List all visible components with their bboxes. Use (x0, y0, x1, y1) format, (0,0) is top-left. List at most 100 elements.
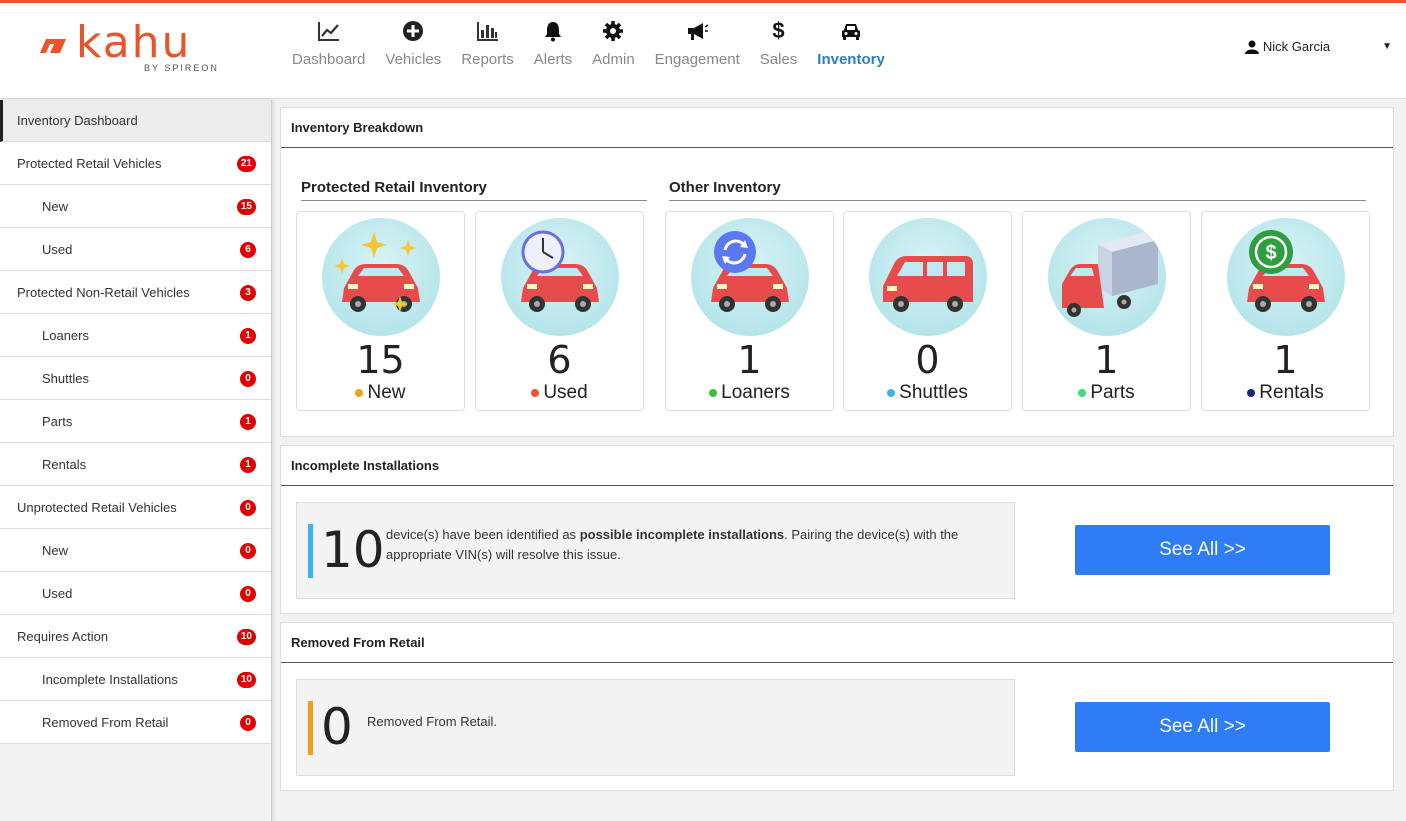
shuttle-van-illustration (869, 218, 987, 336)
svg-text:$: $ (1265, 242, 1276, 264)
new-car-illustration (322, 218, 440, 336)
incomplete-count: 10 (321, 521, 385, 579)
count-badge: 0 (240, 500, 256, 516)
nav-engagement[interactable]: Engagement (645, 19, 750, 79)
sidebar-item-label: Rentals (42, 456, 87, 472)
sidebar-item-loaners[interactable]: Loaners 1 (0, 314, 271, 357)
sidebar-item-unprotected-new[interactable]: New 0 (0, 529, 271, 572)
card-count: 1 (1094, 338, 1119, 382)
card-label-text: Loaners (721, 382, 790, 403)
nav-alerts[interactable]: Alerts (524, 19, 582, 79)
nav-dashboard[interactable]: Dashboard (282, 19, 375, 79)
bar-chart-icon (476, 19, 500, 43)
sidebar-item-rentals[interactable]: Rentals 1 (0, 443, 271, 486)
removed-notice: 0 Removed From Retail. (296, 679, 1015, 776)
loaner-car-illustration (691, 218, 809, 336)
nav-label: Alerts (533, 51, 573, 68)
sidebar-item-protected-new[interactable]: New 15 (0, 185, 271, 228)
status-dot (1247, 388, 1256, 397)
sidebar-item-incomplete-installations[interactable]: Incomplete Installations 10 (0, 658, 271, 701)
sidebar-item-label: Parts (42, 413, 73, 429)
sidebar-item-protected-retail[interactable]: Protected Retail Vehicles 21 (0, 142, 271, 185)
nav-vehicles[interactable]: Vehicles (375, 19, 451, 79)
gear-icon (601, 19, 625, 43)
count-badge: 1 (240, 328, 256, 344)
sidebar-item-label: Requires Action (17, 628, 109, 644)
sidebar-item-protected-non-retail[interactable]: Protected Non-Retail Vehicles 3 (0, 271, 271, 314)
sidebar-item-label: Protected Retail Vehicles (17, 155, 162, 171)
chart-line-icon (317, 19, 341, 43)
parts-truck-illustration (1048, 218, 1166, 336)
inventory-card-new[interactable]: 15 New (296, 211, 465, 411)
notice-accent-bar (308, 701, 313, 755)
sidebar: Inventory Dashboard Protected Retail Veh… (0, 100, 272, 821)
sidebar-item-unprotected-retail[interactable]: Unprotected Retail Vehicles 0 (0, 486, 271, 529)
sidebar-item-protected-used[interactable]: Used 6 (0, 228, 271, 271)
status-dot (355, 388, 364, 397)
message-part: device(s) have been identified as (386, 527, 580, 542)
nav-inventory[interactable]: Inventory (807, 19, 895, 79)
sidebar-item-label: Incomplete Installations (42, 671, 178, 687)
sidebar-item-removed-from-retail[interactable]: Removed From Retail 0 (0, 701, 271, 744)
inventory-card-parts[interactable]: 1 Parts (1022, 211, 1191, 411)
count-badge: 1 (240, 457, 256, 473)
sidebar-item-unprotected-used[interactable]: Used 0 (0, 572, 271, 615)
sidebar-item-label: New (42, 198, 69, 214)
count-badge: 3 (240, 285, 256, 301)
inventory-breakdown-panel: Inventory Breakdown Protected Retail Inv… (280, 107, 1394, 437)
sidebar-item-requires-action[interactable]: Requires Action 10 (0, 615, 271, 658)
panel-title: Removed From Retail (281, 623, 1393, 663)
top-navbar: kahu BY SPIREON Dashboard Vehicles Repor… (0, 0, 1406, 99)
user-icon (1244, 40, 1259, 54)
nav-label: Inventory (817, 51, 885, 68)
incomplete-installations-panel: Incomplete Installations 10 device(s) ha… (280, 445, 1394, 614)
card-count: 0 (915, 338, 940, 382)
sidebar-item-parts[interactable]: Parts 1 (0, 400, 271, 443)
sidebar-item-label: Shuttles (42, 370, 89, 386)
panel-title: Inventory Breakdown (281, 108, 1393, 148)
kahu-logo[interactable]: kahu BY SPIREON (40, 19, 240, 79)
card-label: Loaners (666, 382, 833, 404)
user-menu[interactable]: Nick Garcia ▼ (1244, 39, 1392, 54)
inventory-card-loaners[interactable]: 1 Loaners (665, 211, 834, 411)
inventory-card-used[interactable]: 6 Used (475, 211, 644, 411)
see-all-incomplete-button[interactable]: See All >> (1075, 525, 1330, 575)
nav-label: Sales (759, 51, 798, 68)
logo-byline: BY SPIREON (144, 63, 219, 73)
protected-retail-title: Protected Retail Inventory (301, 179, 647, 201)
see-all-removed-button[interactable]: See All >> (1075, 702, 1330, 752)
card-count: 15 (356, 338, 405, 382)
sidebar-item-label: Protected Non-Retail Vehicles (17, 284, 190, 300)
count-badge: 10 (236, 629, 256, 645)
sidebar-item-label: Used (42, 585, 73, 601)
card-count: 1 (1273, 338, 1298, 382)
removed-count: 0 (321, 698, 353, 756)
sidebar-item-shuttles[interactable]: Shuttles 0 (0, 357, 271, 400)
sidebar-item-label: Loaners (42, 327, 89, 343)
status-dot (709, 388, 718, 397)
sidebar-item-label: Unprotected Retail Vehicles (17, 499, 177, 515)
notice-accent-bar (308, 524, 313, 578)
status-dot (887, 388, 896, 397)
logo-mark-icon (40, 39, 66, 53)
status-dot (531, 388, 540, 397)
chevron-down-icon: ▼ (1382, 41, 1392, 52)
sidebar-item-label: Removed From Retail (42, 714, 169, 730)
nav-admin[interactable]: Admin (582, 19, 645, 79)
card-count: 1 (737, 338, 762, 382)
card-label: Rentals (1202, 382, 1369, 404)
sidebar-item-inventory-dashboard[interactable]: Inventory Dashboard (0, 100, 271, 142)
nav-reports[interactable]: Reports (451, 19, 524, 79)
nav-sales[interactable]: $ Sales (750, 18, 808, 79)
inventory-card-rentals[interactable]: $ 1 Rentals (1201, 211, 1370, 411)
card-label-text: Rentals (1259, 382, 1324, 403)
bell-icon (541, 19, 565, 43)
message-emphasis: possible incomplete installations (579, 527, 785, 542)
nav-label: Admin (592, 51, 635, 68)
card-label-text: Used (543, 382, 588, 403)
removed-from-retail-panel: Removed From Retail 0 Removed From Retai… (280, 622, 1394, 791)
inventory-card-shuttles[interactable]: 0 Shuttles (843, 211, 1012, 411)
card-label: Used (476, 382, 643, 404)
count-badge: 1 (240, 414, 256, 430)
sidebar-item-label: Inventory Dashboard (17, 113, 138, 128)
